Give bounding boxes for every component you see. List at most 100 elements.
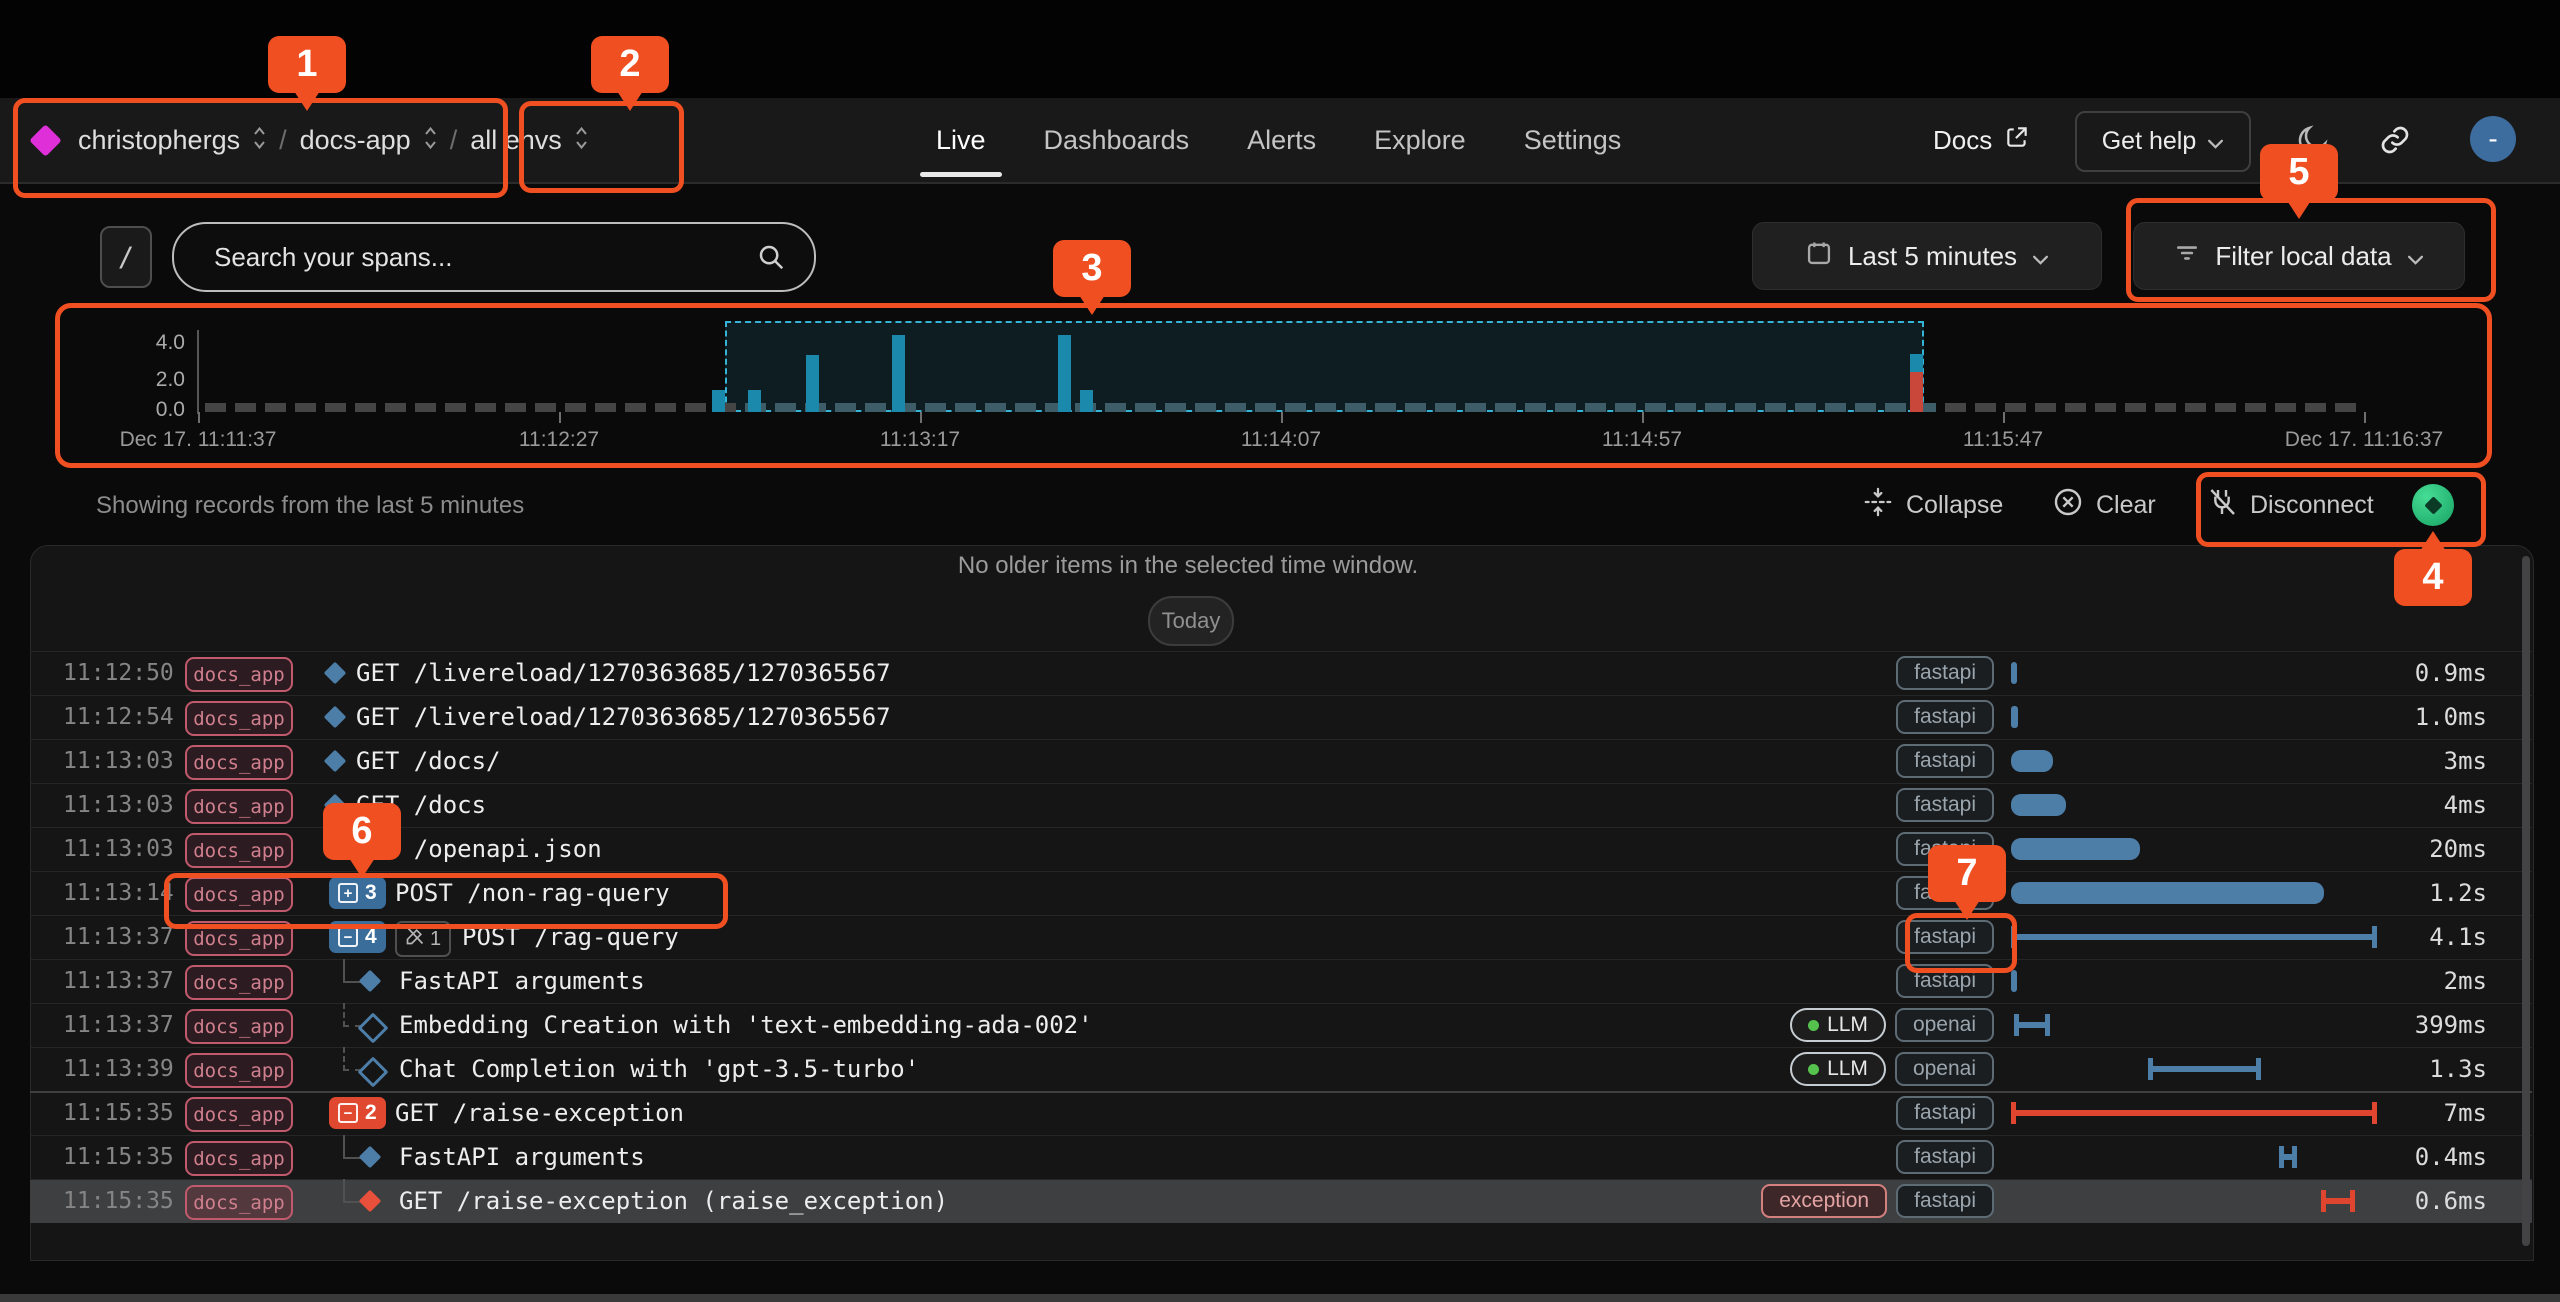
- tag-label: LLM: [1827, 1057, 1868, 1081]
- baseline-dash: [2035, 403, 2056, 412]
- tag-fastapi[interactable]: fastapi: [1896, 1184, 1994, 1218]
- clear-button[interactable]: Clear: [2052, 480, 2156, 530]
- baseline-dash: [1435, 403, 1456, 412]
- app-badge[interactable]: docs_app: [185, 745, 293, 780]
- tag-openai[interactable]: openai: [1895, 1008, 1994, 1042]
- table-row[interactable]: 11:12:50docs_appGET /livereload/12703636…: [30, 651, 2532, 695]
- app-badge[interactable]: docs_app: [185, 1185, 293, 1220]
- table-row[interactable]: 11:15:35docs_appFastAPI argumentsfastapi…: [30, 1135, 2532, 1179]
- duration-bar: [2011, 794, 2066, 816]
- table-row[interactable]: 11:13:37docs_app−41POST /rag-queryfastap…: [30, 915, 2532, 959]
- table-row[interactable]: 11:13:37docs_appEmbedding Creation with …: [30, 1003, 2532, 1047]
- table-row[interactable]: 11:13:39docs_appChat Completion with 'gp…: [30, 1047, 2532, 1091]
- app-badge[interactable]: docs_app: [185, 877, 293, 912]
- children-count-badge[interactable]: −2: [329, 1097, 386, 1129]
- table-row[interactable]: 11:13:03docs_appGET /docsfastapi4ms: [30, 783, 2532, 827]
- table-row[interactable]: 11:15:35docs_appGET /raise-exception (ra…: [30, 1179, 2532, 1223]
- y-axis-line: [197, 330, 199, 414]
- x-axis-tick: [2364, 412, 2366, 423]
- baseline-dash: [1975, 403, 1996, 412]
- app-badge[interactable]: docs_app: [185, 1097, 293, 1132]
- span-label: GET /raise-exception (raise_exception): [399, 1187, 948, 1215]
- span-label: Chat Completion with 'gpt-3.5-turbo': [399, 1055, 919, 1083]
- histogram-bar: [1058, 335, 1071, 412]
- app-badge[interactable]: docs_app: [185, 657, 293, 692]
- tag-label: fastapi: [1914, 793, 1976, 817]
- tag-fastapi[interactable]: fastapi: [1896, 1096, 1994, 1130]
- app-badge[interactable]: docs_app: [185, 789, 293, 824]
- baseline-dash: [595, 403, 616, 412]
- tag-fastapi[interactable]: fastapi: [1896, 656, 1994, 690]
- baseline-dash: [2095, 403, 2116, 412]
- app-badge[interactable]: docs_app: [185, 921, 293, 956]
- row-timestamp: 11:15:35: [63, 1144, 174, 1170]
- tag-group: LLM openai: [1790, 1052, 1994, 1086]
- table-row[interactable]: 11:15:35docs_app−2GET /raise-exceptionfa…: [30, 1091, 2532, 1135]
- row-timestamp: 11:13:03: [63, 836, 174, 862]
- x-axis-tick: [1642, 412, 1644, 423]
- live-connection-indicator[interactable]: [2412, 484, 2454, 526]
- app-badge[interactable]: docs_app: [185, 1141, 293, 1176]
- app-badge[interactable]: docs_app: [185, 965, 293, 1000]
- tag-label: fastapi: [1914, 749, 1976, 773]
- pending-spans-badge[interactable]: 1: [395, 921, 451, 957]
- baseline-dash: [1345, 403, 1366, 412]
- today-pill[interactable]: Today: [1148, 596, 1234, 646]
- tag-llm[interactable]: LLM: [1790, 1008, 1886, 1042]
- tree-connector: [343, 1047, 361, 1071]
- baseline-dash: [1705, 403, 1726, 412]
- spans-histogram[interactable]: 4.02.00.0Dec 17. 11:11:3711:12:2711:13:1…: [0, 0, 2560, 470]
- tag-label: fastapi: [1914, 705, 1976, 729]
- baseline-dash: [925, 403, 946, 412]
- duration-track: [2011, 1091, 2391, 1135]
- table-row[interactable]: 11:13:14docs_app+3POST /non-rag-queryfas…: [30, 871, 2532, 915]
- span-label: GET /raise-exception: [395, 1099, 684, 1127]
- tag-openai[interactable]: openai: [1895, 1052, 1994, 1086]
- tag-llm[interactable]: LLM: [1790, 1052, 1886, 1086]
- table-row[interactable]: 11:13:03docs_appGET /docs/fastapi3ms: [30, 739, 2532, 783]
- tree-connector: [343, 1179, 361, 1203]
- range-cap-left: [2014, 1014, 2019, 1036]
- row-timestamp: 11:13:03: [63, 792, 174, 818]
- duration-track: [2011, 1179, 2391, 1223]
- x-axis-tick-label: Dec 17. 11:16:37: [2285, 428, 2443, 452]
- duration-text: 0.4ms: [2415, 1143, 2487, 1171]
- children-count-badge[interactable]: −4: [329, 921, 386, 953]
- tag-group: fastapi: [1896, 744, 1994, 778]
- annotation-badge-6: 6: [323, 803, 401, 860]
- tag-fastapi[interactable]: fastapi: [1896, 744, 1994, 778]
- baseline-dash: [625, 403, 646, 412]
- tag-fastapi[interactable]: fastapi: [1896, 1140, 1994, 1174]
- baseline-dash: [2215, 403, 2236, 412]
- tag-fastapi[interactable]: fastapi: [1896, 964, 1994, 998]
- disconnect-button[interactable]: Disconnect: [2206, 480, 2374, 530]
- span-label: GET /livereload/1270363685/1270365567: [356, 703, 891, 731]
- baseline-dash: [1135, 403, 1156, 412]
- baseline-dash: [1405, 403, 1426, 412]
- table-row[interactable]: 11:12:54docs_appGET /livereload/12703636…: [30, 695, 2532, 739]
- baseline-dash: [1105, 403, 1126, 412]
- showing-records-text: Showing records from the last 5 minutes: [96, 492, 524, 520]
- duration-text: 2ms: [2444, 967, 2487, 995]
- tag-fastapi[interactable]: fastapi: [1896, 920, 1994, 954]
- table-row[interactable]: 11:13:37docs_appFastAPI argumentsfastapi…: [30, 959, 2532, 1003]
- tag-fastapi[interactable]: fastapi: [1896, 788, 1994, 822]
- children-count-badge[interactable]: +3: [329, 877, 386, 909]
- app-badge[interactable]: docs_app: [185, 1053, 293, 1088]
- tag-exception[interactable]: exception: [1761, 1184, 1887, 1218]
- baseline-dash: [1825, 403, 1846, 412]
- table-row[interactable]: 11:13:03docs_appGET /openapi.jsonfastapi…: [30, 827, 2532, 871]
- scrollbar[interactable]: [2522, 556, 2530, 1246]
- tag-group: fastapi: [1896, 788, 1994, 822]
- baseline-dash: [2005, 403, 2026, 412]
- app-badge[interactable]: docs_app: [185, 1009, 293, 1044]
- tree-connector: [343, 1135, 361, 1159]
- tag-fastapi[interactable]: fastapi: [1896, 700, 1994, 734]
- tag-label: fastapi: [1914, 969, 1976, 993]
- app-badge[interactable]: docs_app: [185, 833, 293, 868]
- range-line: [2148, 1066, 2261, 1072]
- baseline-dash: [1855, 403, 1876, 412]
- collapse-button[interactable]: Collapse: [1862, 480, 2003, 530]
- app-badge[interactable]: docs_app: [185, 701, 293, 736]
- tag-group: fastapi: [1896, 1096, 1994, 1130]
